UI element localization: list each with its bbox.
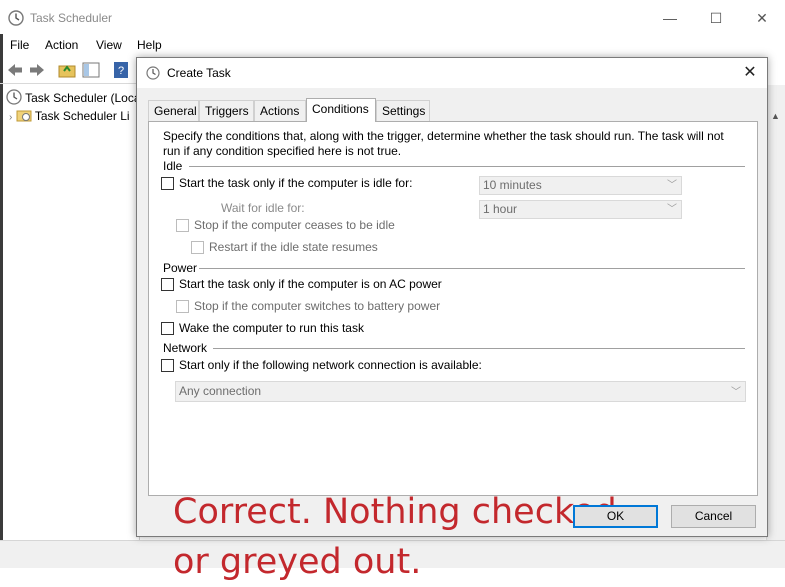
chevron-down-icon: ﹀: [667, 204, 677, 215]
wait-for-idle-label: Wait for idle for:: [221, 201, 305, 215]
wake-to-run-row[interactable]: Wake the computer to run this task: [161, 321, 501, 337]
start-if-network-label: Start only if the following network conn…: [179, 358, 482, 372]
dialog-title: Create Task: [167, 66, 231, 80]
tree-child-label: Task Scheduler Li: [34, 109, 130, 123]
tree-root-label: Task Scheduler (Loca: [25, 91, 140, 105]
minimize-button[interactable]: —: [650, 6, 690, 30]
folder-up-icon[interactable]: [58, 61, 76, 79]
show-hide-tree-icon[interactable]: [82, 61, 100, 79]
back-arrow-icon[interactable]: [6, 61, 24, 79]
menu-view[interactable]: View: [96, 38, 122, 52]
tab-conditions[interactable]: Conditions: [306, 98, 376, 122]
power-heading: Power: [163, 261, 198, 275]
start-if-network-checkbox[interactable]: [161, 359, 174, 372]
scroll-up-icon[interactable]: ▲: [771, 111, 780, 121]
tab-actions[interactable]: Actions: [254, 100, 306, 121]
clock-icon: [6, 89, 22, 105]
network-heading: Network: [163, 341, 208, 355]
tab-settings[interactable]: Settings: [376, 100, 430, 121]
start-if-idle-label: Start the task only if the computer is i…: [179, 176, 413, 190]
tab-triggers[interactable]: Triggers: [199, 100, 254, 121]
network-divider: [213, 348, 745, 349]
wake-to-run-label: Wake the computer to run this task: [179, 321, 364, 335]
stop-if-ceases-label: Stop if the computer ceases to be idle: [194, 218, 395, 232]
start-on-ac-label: Start the task only if the computer is o…: [179, 277, 442, 291]
network-connection-value: Any connection: [179, 384, 262, 398]
idle-heading: Idle: [163, 159, 183, 173]
main-window-title: Task Scheduler: [30, 11, 113, 25]
clock-icon: [146, 66, 160, 83]
forward-arrow-icon[interactable]: [28, 61, 46, 79]
ok-button[interactable]: OK: [573, 505, 658, 528]
toolbar: ?: [0, 56, 140, 84]
annotation-line-2: or greyed out.: [173, 542, 422, 582]
stop-on-battery-label: Stop if the computer switches to battery…: [194, 299, 441, 313]
network-connection-combo[interactable]: Any connection ﹀: [175, 381, 746, 402]
right-pane-scrollbar[interactable]: ▲: [766, 85, 785, 540]
start-on-ac-row[interactable]: Start the task only if the computer is o…: [161, 277, 501, 293]
stop-on-battery-row[interactable]: Stop if the computer switches to battery…: [176, 299, 516, 315]
idle-duration-combo[interactable]: 10 minutes ﹀: [479, 176, 682, 195]
chevron-down-icon: ﹀: [667, 180, 677, 191]
help-icon[interactable]: ?: [112, 61, 130, 79]
menu-file[interactable]: File: [10, 38, 29, 52]
restart-if-resumes-row[interactable]: Restart if the idle state resumes: [191, 240, 491, 256]
dialog-close-button[interactable]: ✕: [739, 62, 761, 84]
menu-help[interactable]: Help: [137, 38, 162, 52]
chevron-right-icon[interactable]: ›: [9, 112, 12, 123]
dialog-titlebar: Create Task ✕: [137, 58, 767, 88]
conditions-panel: Specify the conditions that, along with …: [148, 121, 758, 582]
close-button[interactable]: ✕: [742, 6, 782, 30]
navigation-tree: Task Scheduler (Loca › Task Scheduler Li: [0, 85, 140, 540]
conditions-description: Specify the conditions that, along with …: [163, 129, 724, 158]
menu-bar: File Action View Help: [0, 34, 785, 56]
stop-on-battery-checkbox[interactable]: [176, 300, 189, 313]
power-divider: [199, 268, 745, 269]
maximize-button[interactable]: ☐: [696, 6, 736, 30]
start-on-ac-checkbox[interactable]: [161, 278, 174, 291]
cancel-button[interactable]: Cancel: [671, 505, 756, 528]
start-if-idle-checkbox[interactable]: [161, 177, 174, 190]
tree-root[interactable]: Task Scheduler (Loca: [6, 89, 140, 105]
restart-if-resumes-checkbox[interactable]: [191, 241, 204, 254]
main-titlebar: Task Scheduler — ☐ ✕: [0, 0, 785, 34]
red-annotation-text: Correct. Nothing checked or greyed out.: [173, 487, 643, 587]
stop-if-ceases-checkbox[interactable]: [176, 219, 189, 232]
wait-duration-combo[interactable]: 1 hour ﹀: [479, 200, 682, 219]
tab-general[interactable]: General: [148, 100, 199, 121]
idle-duration-value: 10 minutes: [483, 178, 542, 192]
chevron-down-icon: ﹀: [731, 387, 741, 398]
start-if-idle-row[interactable]: Start the task only if the computer is i…: [161, 176, 461, 192]
wait-duration-value: 1 hour: [483, 202, 518, 216]
tree-child[interactable]: › Task Scheduler Li: [9, 107, 140, 123]
svg-text:?: ?: [118, 65, 124, 77]
wake-to-run-checkbox[interactable]: [161, 322, 174, 335]
menu-action[interactable]: Action: [45, 38, 78, 52]
restart-if-resumes-label: Restart if the idle state resumes: [209, 240, 378, 254]
stop-if-ceases-row[interactable]: Stop if the computer ceases to be idle: [176, 218, 476, 234]
start-if-network-row[interactable]: Start only if the following network conn…: [161, 358, 541, 374]
folder-clock-icon: [16, 110, 32, 122]
create-task-dialog: Create Task ✕ General Triggers Actions C…: [136, 57, 768, 582]
idle-divider: [189, 166, 745, 167]
task-scheduler-clock-icon: [8, 10, 24, 29]
